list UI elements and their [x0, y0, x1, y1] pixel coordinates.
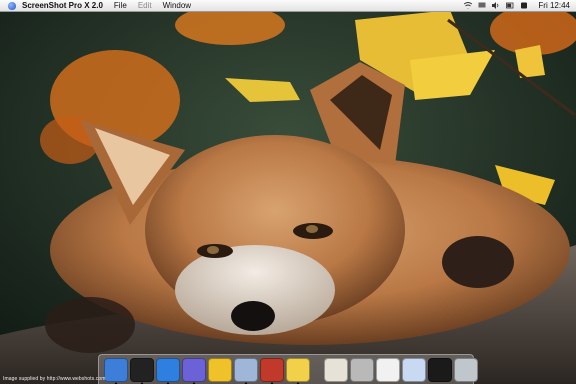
terminal-icon[interactable]	[130, 357, 154, 384]
dark-window-icon[interactable]	[428, 357, 452, 382]
menubar-clock[interactable]: Fri 12:44	[538, 1, 570, 10]
stickies-icon[interactable]	[286, 357, 310, 384]
wallpaper-credit: Image supplied by http://www.webshots.co…	[3, 376, 106, 382]
font-app-icon[interactable]	[208, 357, 232, 382]
battery-icon[interactable]	[506, 2, 514, 9]
menu-edit[interactable]: Edit	[138, 1, 152, 10]
document-icon[interactable]	[376, 357, 400, 382]
trash-icon[interactable]	[454, 357, 478, 382]
airport-icon[interactable]	[464, 2, 473, 9]
ichat-icon[interactable]	[182, 357, 206, 384]
internet-explorer-icon[interactable]	[156, 357, 180, 384]
home-folder-icon[interactable]	[324, 357, 348, 382]
display-icon[interactable]	[478, 2, 486, 9]
window-thumbnail-icon[interactable]	[402, 357, 426, 382]
itunes-icon[interactable]	[234, 357, 258, 384]
desktop: ScreenShot Pro X 2.0 File Edit Window Fr…	[0, 0, 576, 384]
app-menu[interactable]: ScreenShot Pro X 2.0	[22, 1, 103, 10]
script-menu-icon[interactable]	[520, 2, 528, 9]
tools-icon[interactable]	[260, 357, 284, 384]
dock-documents	[323, 357, 479, 382]
finder-icon[interactable]	[104, 357, 128, 384]
dock-apps	[103, 357, 311, 384]
fox-wallpaper	[0, 0, 576, 384]
menu-extras: Fri 12:44	[464, 1, 570, 10]
menu-window[interactable]: Window	[163, 1, 191, 10]
hard-drive-icon[interactable]	[350, 357, 374, 382]
menu-bar: ScreenShot Pro X 2.0 File Edit Window Fr…	[0, 0, 576, 12]
menu-file[interactable]: File	[114, 1, 127, 10]
apple-menu-icon[interactable]	[8, 1, 16, 10]
dock	[98, 354, 478, 384]
volume-icon[interactable]	[492, 2, 500, 9]
